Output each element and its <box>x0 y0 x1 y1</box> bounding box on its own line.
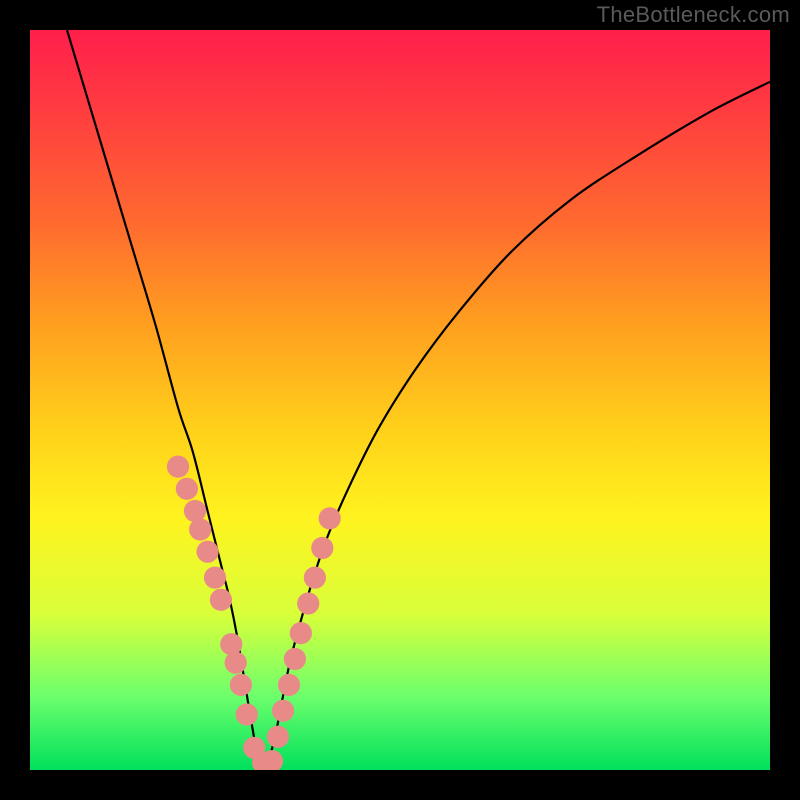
highlight-dot <box>304 567 326 589</box>
highlight-dot <box>204 567 226 589</box>
highlight-dot <box>272 700 294 722</box>
highlight-dot <box>176 478 198 500</box>
highlight-dot <box>267 726 289 748</box>
highlight-dot <box>167 456 189 478</box>
watermark-text: TheBottleneck.com <box>597 2 790 28</box>
plot-area <box>30 30 770 770</box>
highlight-dot <box>230 674 252 696</box>
highlight-dot <box>311 537 333 559</box>
plot-svg <box>30 30 770 770</box>
bottleneck-curve <box>67 30 770 766</box>
highlight-dot <box>225 652 247 674</box>
highlight-dot <box>278 674 300 696</box>
highlight-dot <box>236 703 258 725</box>
highlight-dot <box>284 648 306 670</box>
chart-container: TheBottleneck.com <box>0 0 800 800</box>
highlight-dot <box>197 541 219 563</box>
highlight-dot <box>297 592 319 614</box>
highlight-dot <box>220 633 242 655</box>
highlight-dot <box>290 622 312 644</box>
highlight-dots-group <box>167 456 341 771</box>
highlight-dot <box>210 589 232 611</box>
highlight-dot <box>319 507 341 529</box>
highlight-dot <box>189 518 211 540</box>
